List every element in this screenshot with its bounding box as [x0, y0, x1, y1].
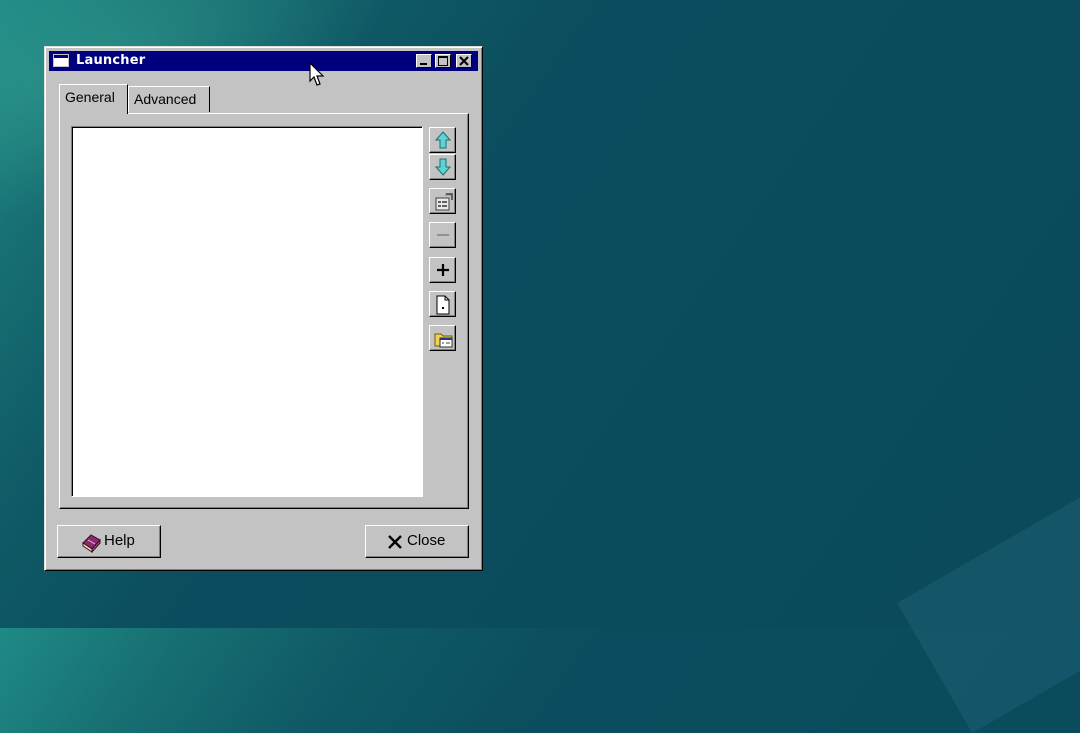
remove-item-button[interactable]	[429, 222, 456, 248]
mouse-pointer-icon	[309, 62, 325, 86]
help-book-icon	[82, 534, 101, 553]
minimize-button[interactable]	[416, 54, 432, 68]
plus-icon	[437, 264, 449, 276]
arrow-down-icon	[434, 158, 452, 176]
arrow-up-icon	[434, 131, 452, 149]
close-button-label: Close	[407, 532, 446, 549]
close-window-button[interactable]	[456, 54, 472, 68]
add-folder-button[interactable]	[429, 325, 456, 351]
properties-button[interactable]	[429, 188, 456, 214]
launcher-item-list[interactable]	[71, 126, 423, 497]
maximize-button[interactable]	[435, 54, 451, 68]
close-button[interactable]: Close	[365, 525, 469, 558]
window-icon[interactable]	[53, 54, 69, 67]
window-title: Launcher	[76, 53, 146, 68]
close-x-icon	[388, 535, 402, 549]
help-button[interactable]: Help	[57, 525, 161, 558]
move-down-button[interactable]	[429, 154, 456, 180]
move-up-button[interactable]	[429, 127, 456, 153]
title-bar[interactable]: Launcher	[49, 51, 478, 71]
new-document-icon	[436, 295, 450, 315]
help-button-label: Help	[104, 532, 135, 549]
tab-label: General	[65, 89, 115, 105]
add-item-button[interactable]	[429, 257, 456, 283]
folder-icon	[434, 333, 453, 348]
minus-icon	[437, 234, 449, 236]
close-icon	[459, 56, 469, 66]
tab-label: Advanced	[134, 91, 197, 107]
desktop-background-shape	[897, 493, 1080, 733]
tab-advanced[interactable]: Advanced	[128, 86, 210, 112]
new-file-button[interactable]	[429, 291, 456, 317]
tab-general[interactable]: General	[59, 84, 128, 114]
properties-icon	[435, 193, 453, 211]
